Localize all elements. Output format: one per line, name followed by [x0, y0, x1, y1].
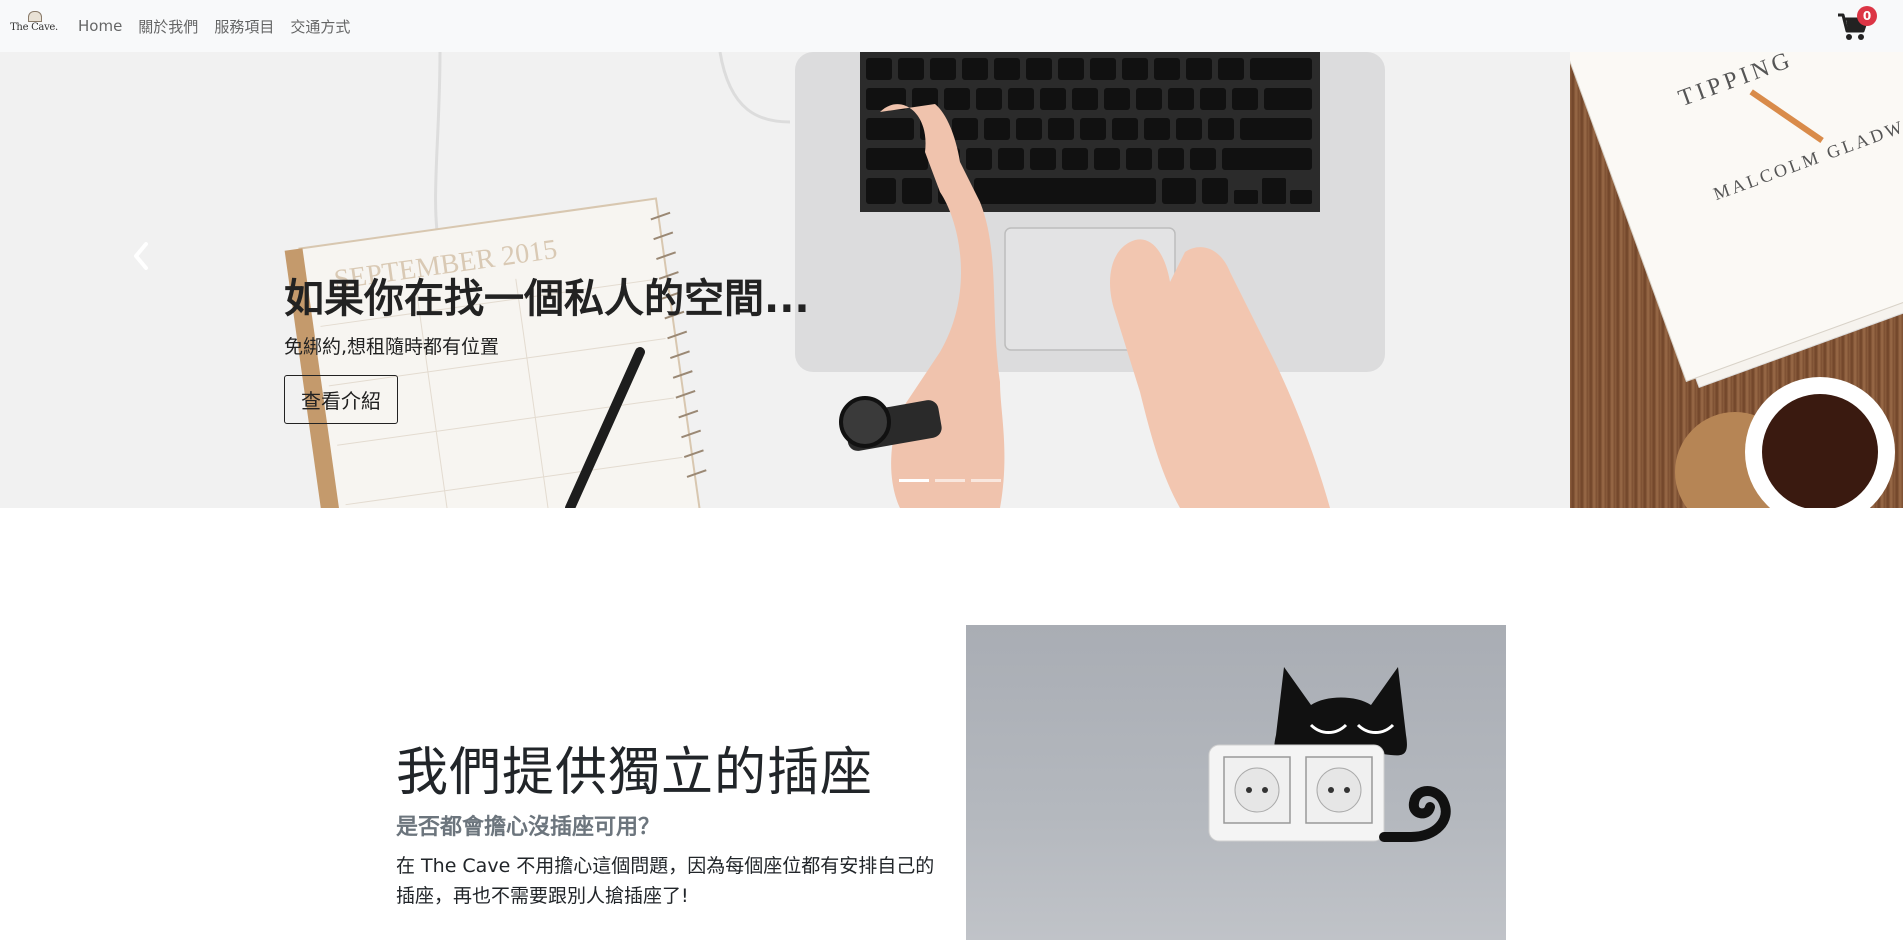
feature-title: 我們提供獨立的插座 [396, 743, 874, 803]
hero-photo-books-coffee: TIPPING MALCOLM GLADWELL [1562, 52, 1903, 508]
carousel-indicator-1[interactable] [899, 479, 929, 482]
feature-lead: 是否都會擔心沒插座可用？ [396, 815, 661, 840]
books-coffee-image: TIPPING MALCOLM GLADWELL [1562, 52, 1903, 508]
cart-count-badge: 0 [1857, 6, 1877, 26]
feature-description: 在 The Cave 不用擔心這個問題，因為每個座位都有安排自己的插座，再也不需… [396, 855, 935, 907]
nav-links: Home 關於我們 服務項目 交通方式 [70, 0, 358, 52]
cart-button[interactable]: 0 [1833, 6, 1877, 46]
nav-link-home[interactable]: Home [70, 17, 130, 35]
chevron-left-icon [134, 242, 148, 270]
navbar: The Cave. Home 關於我們 服務項目 交通方式 0 [0, 0, 1903, 52]
feature-text: 我們提供獨立的插座 是否都會擔心沒插座可用？ 在 The Cave 不用擔心這個… [396, 730, 936, 911]
cave-logo-icon [27, 10, 42, 22]
hero-subtitle: 免綁約,想租隨時都有位置 [284, 336, 500, 358]
carousel-indicators [899, 479, 1001, 482]
hero-carousel: SEPTEMBER 2015 TIPPING MALCOLM GLADWELL … [0, 52, 1903, 508]
cat-socket-image [966, 625, 1506, 940]
carousel-indicator-3[interactable] [971, 479, 1001, 482]
brand-logo[interactable]: The Cave. [10, 10, 58, 38]
carousel-indicator-2[interactable] [935, 479, 965, 482]
hero-title: 如果你在找一個私人的空間... [284, 276, 810, 322]
nav-link-services[interactable]: 服務項目 [206, 16, 282, 37]
view-intro-button[interactable]: 查看介紹 [284, 375, 398, 424]
nav-link-transport[interactable]: 交通方式 [282, 16, 358, 37]
brand-text: The Cave. [10, 22, 58, 33]
cat-outlet-illustration [1208, 667, 1451, 842]
hero-caption: 如果你在找一個私人的空間... 免綁約,想租隨時都有位置 查看介紹 [284, 266, 810, 424]
carousel-prev-button[interactable] [120, 232, 168, 280]
nav-link-about[interactable]: 關於我們 [130, 16, 206, 37]
